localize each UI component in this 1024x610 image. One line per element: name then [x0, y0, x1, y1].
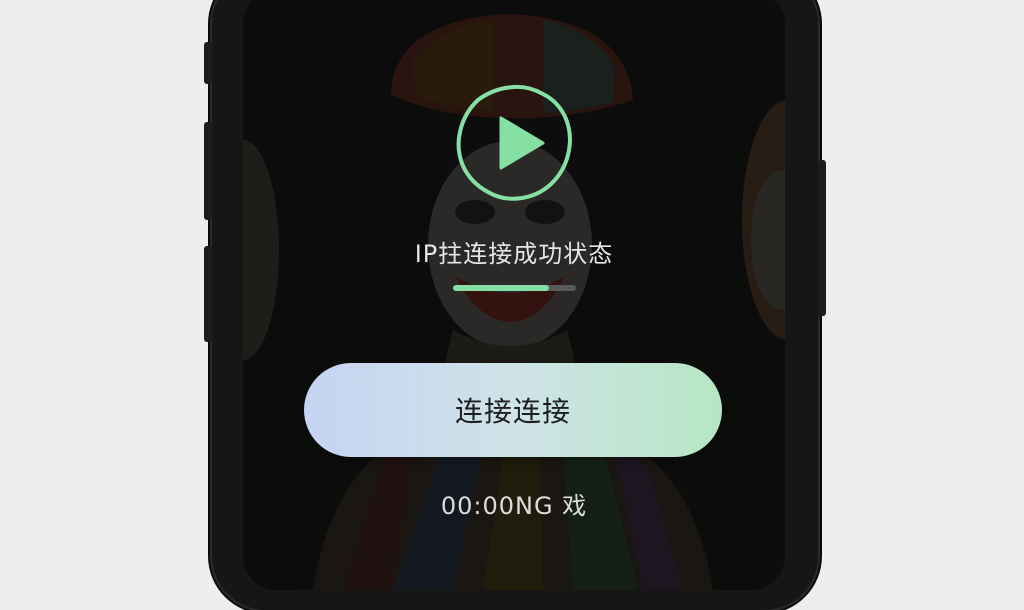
volume-down-button: [204, 246, 212, 342]
connection-status-text: IP拄连接成功状态: [414, 240, 614, 268]
action-button: [204, 42, 212, 84]
volume-up-button: [204, 122, 212, 220]
phone-screen: IP拄连接成功状态 连接连接 00:00NG 戏: [243, 0, 785, 590]
connection-progress-bar: [453, 285, 576, 291]
play-icon[interactable]: [455, 84, 573, 202]
progress-bar-fill: [453, 285, 549, 291]
power-button: [818, 160, 826, 316]
timer-text: 00:00NG 戏: [440, 492, 588, 520]
connect-button[interactable]: 连接连接: [304, 363, 722, 457]
